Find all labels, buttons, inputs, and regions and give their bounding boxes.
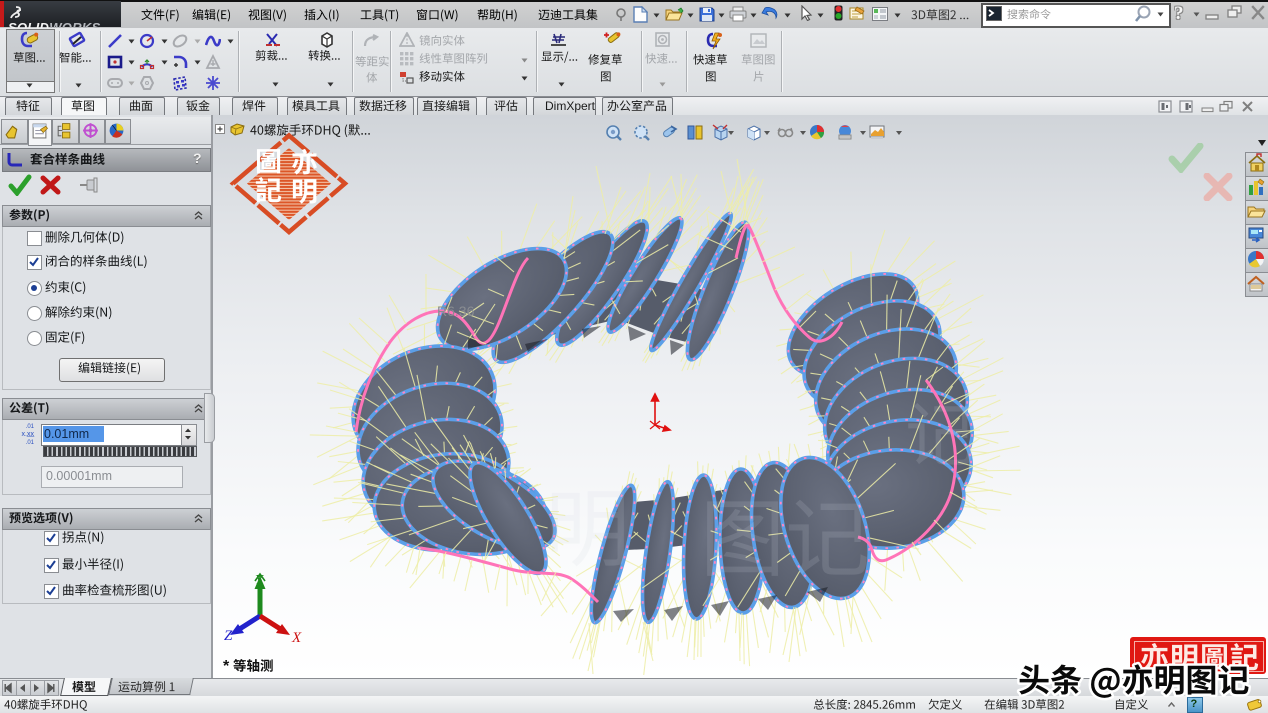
svg-text:X: X [291,630,302,646]
svg-text:Z: Z [224,628,233,644]
